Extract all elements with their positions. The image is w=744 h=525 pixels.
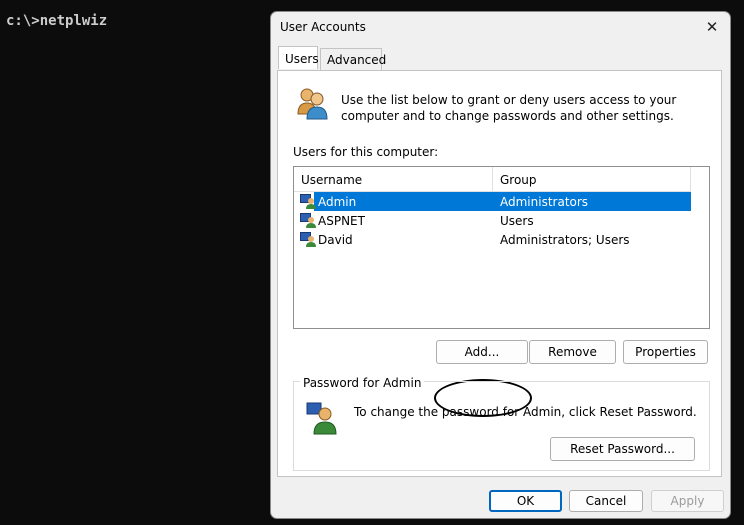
users-icon: [297, 88, 328, 120]
password-instructions: To change the password for Admin, click …: [354, 405, 697, 419]
row-group: Administrators; Users: [500, 233, 630, 247]
user-accounts-dialog: User Accounts ✕ Users Advanced Use the l…: [270, 11, 731, 519]
table-row[interactable]: ASPNET Users: [294, 211, 691, 230]
row-group: Users: [500, 214, 534, 228]
row-username: ASPNET: [318, 214, 365, 228]
cancel-button[interactable]: Cancel: [569, 490, 643, 512]
users-list[interactable]: Username Group Admin Administrators ASPN…: [293, 166, 710, 329]
column-username[interactable]: Username: [294, 167, 493, 191]
add-button[interactable]: Add...: [436, 340, 528, 364]
user-icon: [300, 194, 316, 209]
close-icon[interactable]: ✕: [702, 17, 722, 37]
column-group[interactable]: Group: [493, 167, 691, 191]
row-username: David: [318, 233, 353, 247]
table-row[interactable]: Admin Administrators: [294, 192, 691, 211]
users-tab-panel: Use the list below to grant or deny user…: [277, 70, 722, 477]
table-row[interactable]: David Administrators; Users: [294, 230, 691, 249]
ok-button[interactable]: OK: [489, 490, 562, 512]
user-icon: [300, 232, 316, 247]
intro-text: Use the list below to grant or deny user…: [341, 93, 677, 123]
remove-button[interactable]: Remove: [529, 340, 616, 364]
title-bar[interactable]: User Accounts ✕: [271, 12, 730, 42]
dialog-title: User Accounts: [280, 20, 366, 34]
reset-password-button[interactable]: Reset Password...: [550, 437, 695, 461]
password-group-label: Password for Admin: [300, 376, 425, 390]
apply-button[interactable]: Apply: [651, 490, 724, 512]
row-group: Administrators: [500, 195, 589, 209]
user-icon: [300, 213, 316, 228]
row-username: Admin: [318, 195, 357, 209]
tab-users[interactable]: Users: [278, 46, 319, 69]
user-key-icon: [306, 402, 337, 435]
list-header: Username Group: [294, 167, 691, 192]
tab-advanced[interactable]: Advanced: [320, 48, 386, 70]
properties-button[interactable]: Properties: [623, 340, 708, 364]
users-for-computer-label: Users for this computer:: [293, 145, 439, 159]
console-command: c:\>netplwiz: [6, 13, 108, 29]
